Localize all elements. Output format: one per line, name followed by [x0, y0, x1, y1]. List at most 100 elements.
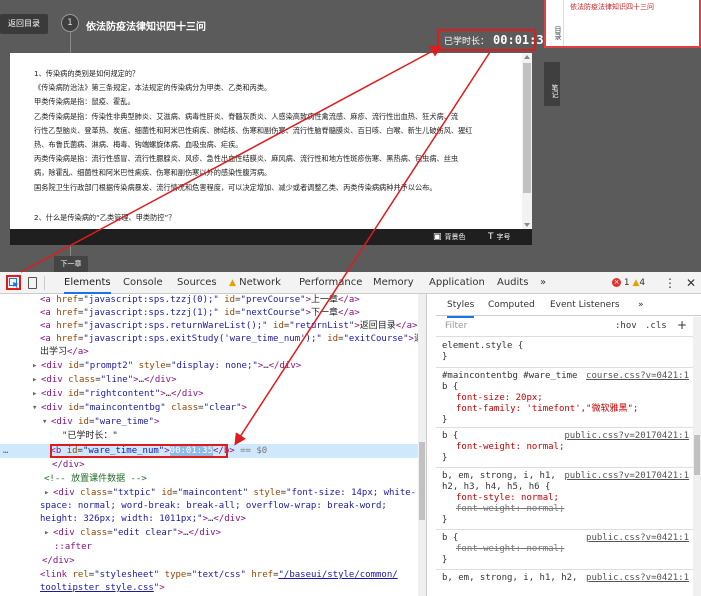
cls-toggle[interactable]: .cls [645, 321, 667, 331]
rule-source-link[interactable]: course.css?v=0421:1 [586, 371, 689, 382]
inspect-element-button[interactable] [6, 275, 21, 290]
style-rule-headings[interactable]: b, em, strong, i, h1, h2, h3, h4, h5, h6… [436, 468, 693, 530]
cursor-icon [9, 278, 19, 288]
dom-node-prompt2[interactable]: ▸ <div id="prompt2" style="display: none;… [32, 360, 301, 373]
font-size-button[interactable]: T 字号 [488, 229, 511, 245]
rule-property[interactable]: font-size: 20px; [442, 393, 687, 404]
dom-node-exit-course[interactable]: <a href="javascript:sps.exitStudy('ware_… [40, 333, 423, 346]
tab-performance[interactable]: Performance [299, 272, 362, 294]
catalog-tab[interactable]: 目录 [546, 0, 564, 46]
rule-property-overridden[interactable]: font-weight: normal; [442, 544, 687, 555]
next-chapter-button[interactable]: 下一章 [54, 256, 88, 272]
collapse-caret-icon[interactable]: ▾ [42, 416, 51, 429]
tab-event-listeners[interactable]: Event Listeners [550, 294, 620, 316]
dom-node-exit-course-cont[interactable]: 出学习</a> [40, 346, 89, 359]
rule-source-link[interactable]: public.css?v=0421:1 [586, 573, 689, 584]
tab-styles[interactable]: Styles [447, 294, 475, 318]
tab-audits[interactable]: Audits [497, 272, 528, 294]
font-size-icon: T [488, 232, 494, 242]
dom-node-link-cont[interactable]: tooltipster_style.css"> [40, 582, 165, 595]
tab-console[interactable]: Console [123, 272, 163, 294]
rule-source-link[interactable]: public.css?v=20170421:1 [564, 431, 689, 442]
notes-tab[interactable]: 笔记 [544, 62, 560, 106]
chapter-step-number[interactable]: 1 [61, 14, 79, 32]
content-paragraph: 丙类传染病是指：流行性感冒、流行性腮腺炎、风疹、急性出血性结膜炎、麻风病、流行性… [34, 154, 459, 164]
tab-application[interactable]: Application [429, 272, 485, 294]
rule-close: } [442, 515, 448, 525]
elements-panel: <a href="javascript:sps.tzzj(0);" id="pr… [0, 294, 427, 596]
style-rule-b[interactable]: b { public.css?v=20170421:1 font-weight:… [436, 428, 693, 468]
return-list-button[interactable]: 返回目录 [0, 14, 48, 34]
dom-node-line[interactable]: ▸ <div class="line">…</div> [32, 374, 177, 387]
course-content: 1、传染病的类别是如何规定的？ 《传染病防治法》第三条规定，本法规定的传染病分为甲… [10, 53, 532, 229]
styles-more-button[interactable]: » [638, 294, 644, 316]
styles-scrollbar[interactable] [693, 317, 701, 596]
dom-node-next-course[interactable]: <a href="javascript:sps.tzzj(1);" id="ne… [40, 307, 360, 320]
style-rule-inline-set[interactable]: b, em, strong, i, h1, h2, public.css?v=0… [436, 570, 693, 596]
style-rule-b-2[interactable]: b { public.css?v=0421:1 font-weight: nor… [436, 530, 693, 570]
dom-node-prev-course[interactable]: <a href="javascript:sps.tzzj(0);" id="pr… [40, 294, 360, 307]
styles-filter-input[interactable]: Filter [445, 321, 467, 331]
dom-node-maincontent-cont2[interactable]: height: 326px; width: 1011px;">…</div> [40, 513, 246, 526]
catalog-current-title[interactable]: 依法防疫法律知识四十三问 [570, 2, 654, 12]
dom-pseudo-after[interactable]: ::after [54, 541, 92, 554]
content-paragraph: 热、布鲁氏菌病、淋病、梅毒、钩端螺旋体病、血吸虫病、疟疾。 [34, 140, 243, 150]
new-rule-button[interactable]: + [677, 318, 687, 332]
styles-scroll-thumb[interactable] [694, 435, 700, 475]
rule-selector: element.style { [442, 341, 524, 351]
expand-caret-icon[interactable]: ▸ [32, 360, 41, 373]
dom-node-maincontent-cont1[interactable]: space: normal; word-break: break-all; ov… [40, 500, 387, 513]
background-color-label: 背景色 [444, 233, 466, 241]
expand-caret-icon[interactable]: ▸ [44, 487, 53, 500]
dom-text-node[interactable]: "已学时长：" [62, 430, 118, 443]
kebab-menu-icon[interactable]: ⋮ [664, 272, 676, 294]
collapse-caret-icon[interactable]: ▾ [32, 402, 41, 415]
dom-node-link-stylesheet[interactable]: <link rel="stylesheet" type="text/css" h… [40, 569, 398, 582]
dom-node-maincontentbg[interactable]: ▾ <div id="maincontentbg" class="clear"> [32, 402, 247, 415]
elements-scrollbar[interactable] [418, 294, 426, 596]
expand-caret-icon[interactable]: ▸ [32, 374, 41, 387]
close-devtools-icon[interactable]: ✕ [686, 272, 696, 294]
more-tabs-button[interactable]: » [540, 272, 546, 294]
tab-elements[interactable]: Elements [64, 272, 111, 294]
scroll-down-icon[interactable] [524, 223, 530, 227]
style-rule-element[interactable]: element.style { } [436, 338, 693, 368]
rule-property[interactable]: font-family: 'timefont',"微软雅黑"; [442, 404, 687, 415]
style-rule-ware-time[interactable]: #maincontentbg #ware_time b { course.css… [436, 368, 693, 428]
tab-computed[interactable]: Computed [488, 294, 535, 316]
timer-value: 00:01:35 [493, 33, 551, 47]
device-toolbar-icon[interactable] [28, 277, 37, 289]
tab-network-label: Network [239, 277, 281, 288]
issues-counter[interactable]: × 1 ▲4 [612, 272, 645, 294]
node-actions-icon[interactable]: … [0, 446, 50, 456]
hov-toggle[interactable]: :hov [615, 321, 637, 331]
dom-comment-node[interactable]: <!-- 放置课件数据 --> [44, 473, 147, 486]
background-color-button[interactable]: ▣ 背景色 [433, 229, 466, 245]
devtools-toolbar: Elements Console Sources ▲ Network Perfo… [0, 272, 701, 294]
tab-sources[interactable]: Sources [177, 272, 217, 294]
dom-close-div[interactable]: </div> [52, 459, 85, 472]
dom-node-return-list[interactable]: <a href="javascript:sps.returnWareList()… [40, 320, 417, 333]
content-paragraph: 甲类传染病是指：鼠疫、霍乱。 [34, 97, 135, 107]
content-paragraph: 《传染病防治法》第三条规定，本法规定的传染病分为甲类、乙类和丙类。 [34, 83, 272, 93]
expand-caret-icon[interactable]: ▸ [44, 527, 53, 540]
tab-network[interactable]: ▲ Network [229, 272, 281, 294]
dom-close-div-2[interactable]: </div> [42, 555, 75, 568]
rule-property[interactable]: font-style: normal; [442, 493, 687, 504]
scroll-thumb[interactable] [523, 63, 531, 193]
styles-panel: Styles Computed Event Listeners » Filter… [436, 294, 701, 596]
elements-scroll-thumb[interactable] [419, 442, 425, 520]
rule-property[interactable]: font-weight: normal; [442, 442, 687, 453]
dom-node-edit-clear[interactable]: ▸ <div class="edit clear">…</div> [44, 527, 221, 540]
rule-property-overridden[interactable]: font-weight: normal; [442, 504, 687, 515]
tab-memory[interactable]: Memory [373, 272, 414, 294]
expand-caret-icon[interactable]: ▸ [32, 388, 41, 401]
rule-source-link[interactable]: public.css?v=0421:1 [586, 533, 689, 544]
dom-node-rightcontent[interactable]: ▸ <div id="rightcontent">…</div> [32, 388, 204, 401]
content-scrollbar[interactable] [522, 53, 532, 229]
warning-icon: ▲ [229, 278, 236, 288]
dom-node-ware-time[interactable]: ▾ <div id="ware_time"> [42, 416, 159, 429]
rule-source-link[interactable]: public.css?v=20170421:1 [564, 471, 689, 482]
scroll-up-icon[interactable] [524, 55, 530, 59]
dom-node-maincontent[interactable]: ▸ <div class="txtpic" id="maincontent" st… [44, 487, 416, 500]
